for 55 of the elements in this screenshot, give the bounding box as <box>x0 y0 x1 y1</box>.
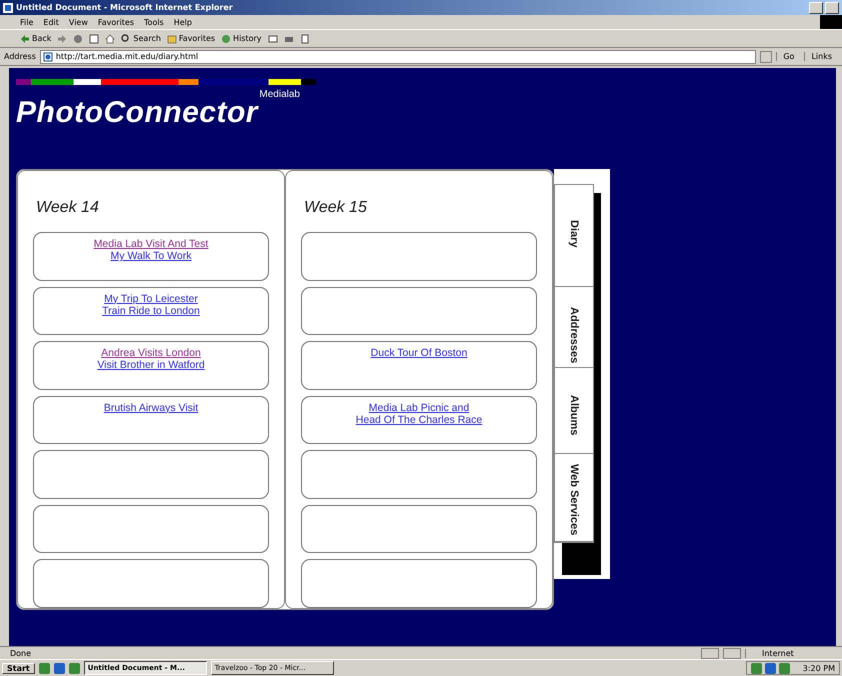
address-label: Address <box>4 52 36 61</box>
side-tab[interactable]: Albums <box>555 368 593 454</box>
minimize-button[interactable] <box>809 2 823 14</box>
tray-icon[interactable] <box>778 662 790 674</box>
quick-launch-icon[interactable] <box>38 662 50 674</box>
history-button[interactable]: History <box>221 34 262 44</box>
menu-item[interactable]: Tools <box>144 18 164 26</box>
logo-title: PhotoConnector <box>16 97 258 129</box>
home-icon[interactable] <box>105 34 116 44</box>
entry-link[interactable]: My Trip To Leicester <box>104 292 198 305</box>
page-icon <box>42 52 53 62</box>
status-text: Done <box>10 648 32 658</box>
entry-link[interactable]: Brutish Airways Visit <box>104 402 198 414</box>
entry-link[interactable]: Media Lab Picnic and <box>368 402 470 414</box>
window-title: Untitled Document - Microsoft Internet Explorer <box>16 3 234 12</box>
entry-link[interactable]: My Walk To Work <box>110 250 192 262</box>
search-button[interactable]: Search <box>121 34 161 44</box>
search-icon <box>121 34 132 44</box>
stop-icon[interactable] <box>73 34 84 44</box>
menu-item[interactable]: Edit <box>43 18 59 26</box>
go-button[interactable]: Go <box>776 52 800 61</box>
start-button[interactable]: Start <box>2 662 35 674</box>
document-icon[interactable] <box>300 34 310 44</box>
quick-launch-icon[interactable] <box>68 662 80 674</box>
entry-link[interactable]: Visit Brother in Watford <box>97 359 205 372</box>
forward-arrow-icon[interactable] <box>57 34 68 44</box>
clock: 3:20 PM <box>802 664 835 672</box>
entry-link[interactable]: Media Lab Visit And Test <box>94 238 208 250</box>
dropdown-button[interactable] <box>760 50 772 62</box>
mail-icon[interactable] <box>268 34 278 44</box>
side-tab[interactable]: Addresses <box>555 287 593 368</box>
menu-item[interactable]: View <box>68 18 88 26</box>
entry-link[interactable]: Head Of The Charles Race <box>356 414 482 426</box>
side-tab[interactable]: Diary <box>555 185 593 287</box>
back-arrow-icon <box>20 34 30 44</box>
quick-launch-icon[interactable] <box>54 662 65 674</box>
browser-icon <box>3 2 13 12</box>
back-button[interactable]: Back <box>20 34 52 44</box>
maximize-button[interactable] <box>825 2 839 14</box>
address-field[interactable]: http://tart.media.mit.edu/diary.html <box>40 50 756 64</box>
side-tab[interactable]: Web Services <box>555 454 593 542</box>
menu-item[interactable]: Favorites <box>98 18 134 26</box>
tray-icon[interactable] <box>750 662 762 674</box>
logo-subtitle: Medialab <box>259 89 300 101</box>
entry-link[interactable]: Andrea Visits London <box>101 347 201 360</box>
menu-item[interactable]: Help <box>174 18 192 26</box>
week-title: Week 14 <box>35 198 100 218</box>
week-title: Week 15 <box>303 198 368 218</box>
entry-link[interactable]: Train Ride to London <box>102 304 200 317</box>
entry-link[interactable]: Duck Tour Of Boston <box>370 347 468 360</box>
zone-text: Internet <box>745 648 842 658</box>
links-button[interactable]: Links <box>804 52 838 61</box>
menu-item[interactable]: File <box>20 18 34 26</box>
favorites-button[interactable]: Favorites <box>166 34 216 44</box>
tray-icon[interactable] <box>764 662 776 674</box>
